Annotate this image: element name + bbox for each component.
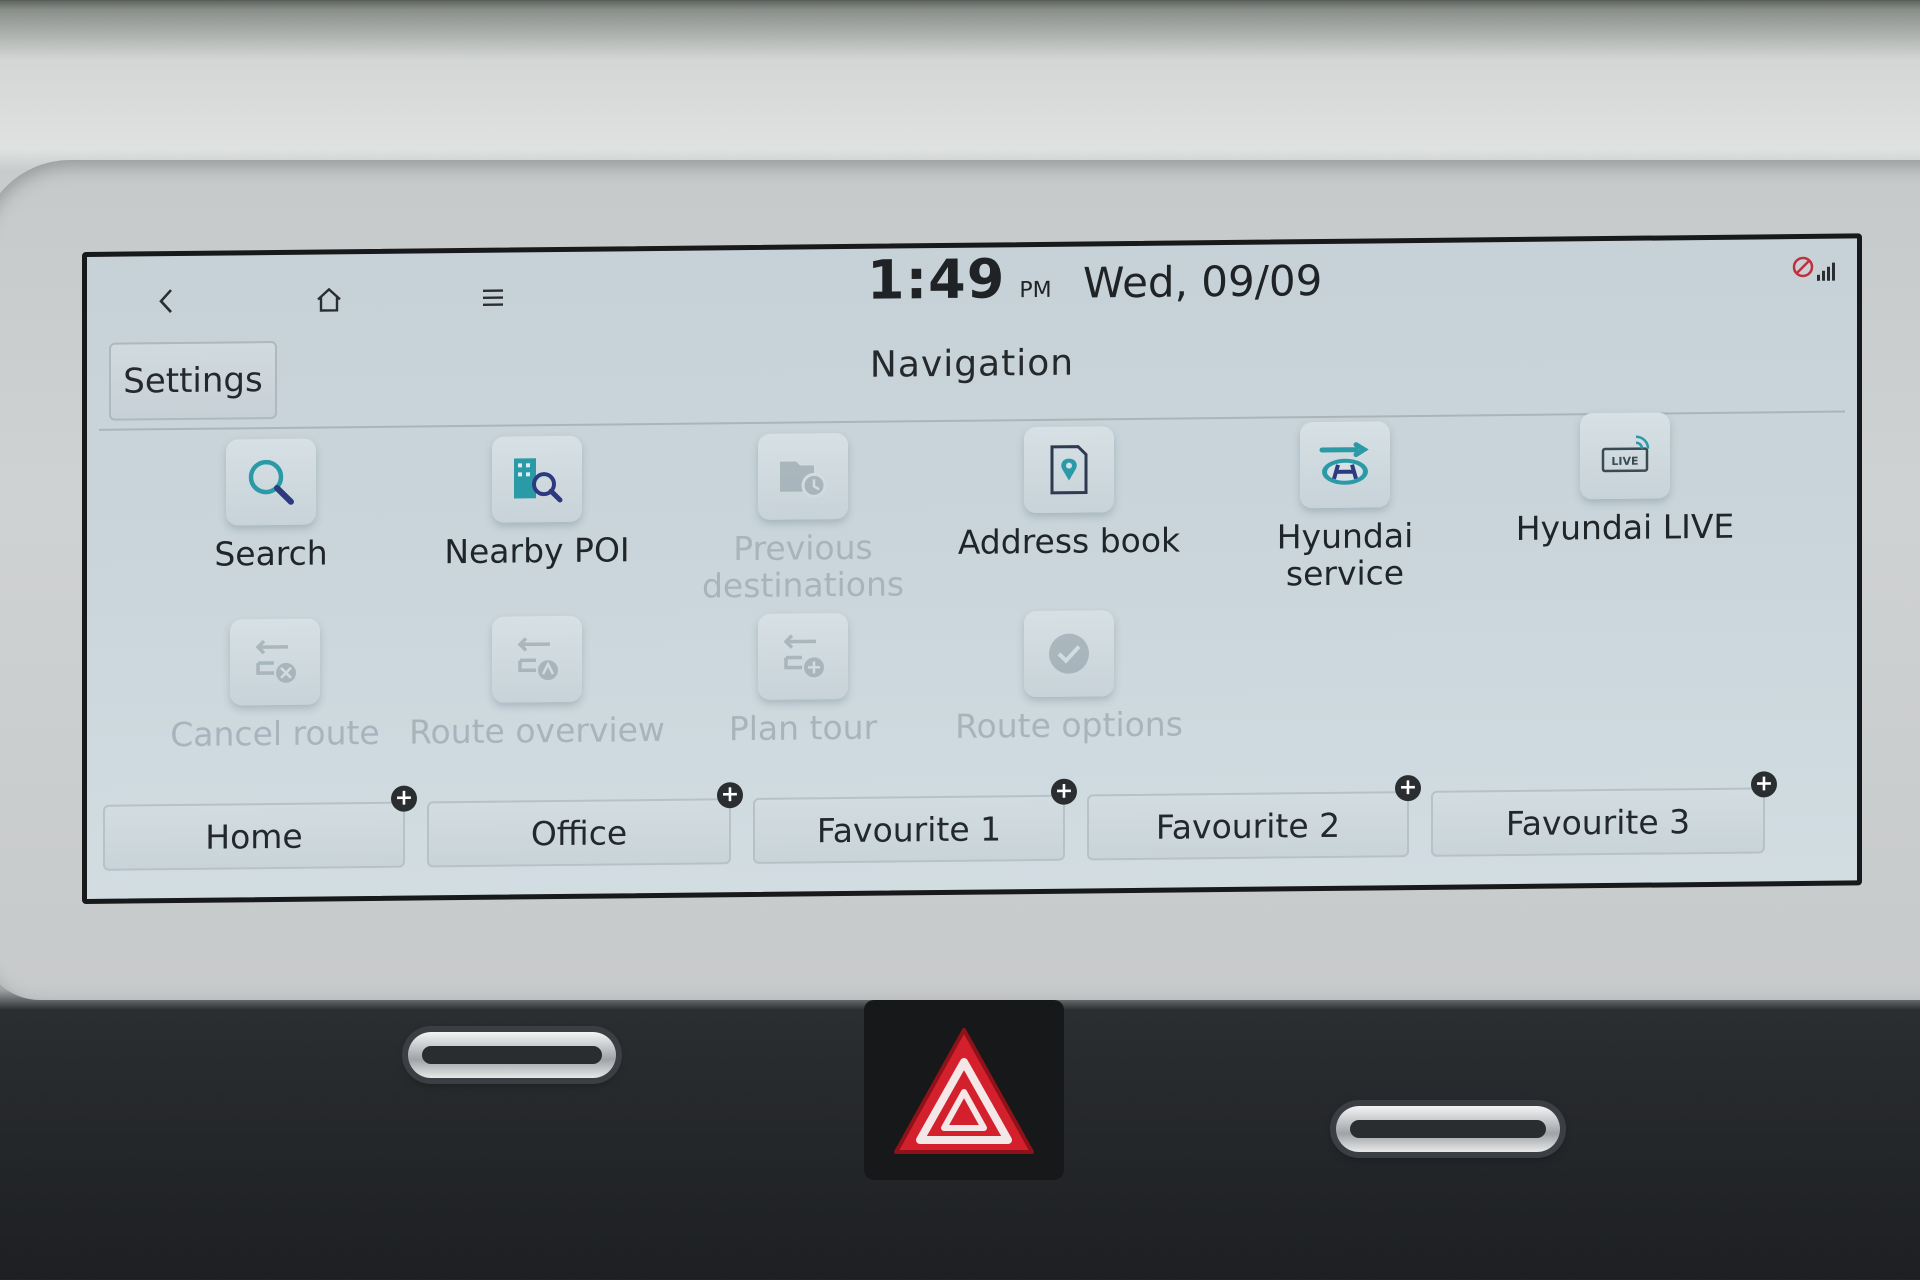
favourite-1-label: Favourite 1 <box>816 808 1002 850</box>
status-bar: 1:49 PM Wed, 09/09 <box>87 238 1857 335</box>
favourite-1-button[interactable]: Favourite 1 + <box>753 778 1077 864</box>
hyundai-live-label: Hyundai LIVE <box>1515 506 1735 548</box>
hyundai-service-label: Hyundai service <box>1276 516 1414 594</box>
nearby-poi-label: Nearby POI <box>444 530 630 572</box>
route-options-icon-box <box>1024 610 1114 698</box>
plan-tour-tile[interactable]: Plan tour <box>673 612 933 748</box>
hyundai-service-icon-box <box>1300 421 1390 509</box>
clock-time: 1:49 <box>867 247 1006 312</box>
clock-ampm: PM <box>1019 277 1052 304</box>
cancel-route-icon <box>255 639 296 683</box>
hyundai-live-icon-box: LIVE <box>1580 412 1670 500</box>
home-icon <box>317 287 341 312</box>
route-overview-icon-box <box>492 615 582 703</box>
add-favourite-3-icon[interactable]: + <box>1751 771 1777 798</box>
plan-tour-icon-box <box>758 612 848 700</box>
left-vent-handle <box>408 1032 616 1078</box>
search-tile[interactable]: Search <box>141 438 401 574</box>
hazard-button-housing <box>864 1000 1064 1180</box>
cancel-route-label: Cancel route <box>170 712 380 755</box>
favourite-home-label: Home <box>205 816 303 857</box>
previous-destinations-label: Previous destinations <box>701 527 905 606</box>
hazard-button[interactable] <box>864 1000 1064 1180</box>
search-label: Search <box>214 533 328 574</box>
date-display: Wed, 09/09 <box>1083 256 1323 308</box>
route-options-label: Route options <box>955 704 1183 746</box>
search-tile-icon-box <box>226 438 316 526</box>
address-book-icon-box <box>1024 426 1114 514</box>
live-badge-text: LIVE <box>1611 455 1638 468</box>
route-options-icon <box>1049 633 1089 674</box>
route-overview-label: Route overview <box>409 709 665 752</box>
previous-destinations-icon <box>780 461 827 498</box>
hyundai-service-tile[interactable]: Hyundai service <box>1215 420 1475 593</box>
signal-icon <box>1792 256 1835 281</box>
back-button[interactable] <box>137 276 197 327</box>
infotainment-screen: 1:49 PM Wed, 09/09 Settings Navigation S… <box>82 233 1862 905</box>
add-home-icon[interactable]: + <box>391 785 417 812</box>
route-options-tile[interactable]: Route options <box>939 609 1199 746</box>
hyundai-service-icon <box>1319 442 1369 485</box>
plan-tour-icon <box>783 634 824 678</box>
route-overview-tile[interactable]: Route overview <box>407 615 667 752</box>
favourite-2-label: Favourite 2 <box>1155 805 1341 847</box>
add-favourite-2-icon[interactable]: + <box>1395 774 1421 802</box>
favourite-office-label: Office <box>530 812 628 853</box>
favourite-2-button[interactable]: Favourite 2 + <box>1087 774 1421 861</box>
address-book-icon <box>1050 445 1088 495</box>
hyundai-live-icon: LIVE <box>1601 435 1650 473</box>
add-favourite-1-icon[interactable]: + <box>1051 778 1077 805</box>
add-office-icon[interactable]: + <box>717 782 743 809</box>
clock: 1:49 PM <box>867 247 1052 312</box>
cancel-route-icon-box <box>230 618 320 706</box>
previous-destinations-icon-box <box>758 432 848 520</box>
plan-tour-label: Plan tour <box>728 707 878 749</box>
cancel-route-tile[interactable]: Cancel route <box>145 618 405 754</box>
route-overview-icon <box>517 637 558 681</box>
nearby-poi-icon-box <box>492 435 582 523</box>
home-button[interactable] <box>299 274 359 325</box>
menu-button[interactable] <box>463 272 523 323</box>
favourite-3-label: Favourite 3 <box>1505 801 1691 843</box>
favourite-home-button[interactable]: Home + <box>103 785 417 871</box>
address-book-label: Address book <box>957 520 1181 562</box>
back-chevron-icon <box>159 289 172 313</box>
page-title: Navigation <box>869 342 1075 386</box>
previous-destinations-tile[interactable]: Previous destinations <box>673 432 933 606</box>
menu-icon <box>483 289 503 307</box>
address-book-tile[interactable]: Address book <box>939 425 1199 562</box>
nearby-poi-tile[interactable]: Nearby POI <box>407 435 667 571</box>
favourite-3-button[interactable]: Favourite 3 + <box>1431 771 1777 857</box>
search-icon <box>248 459 294 505</box>
nearby-poi-icon <box>514 458 563 503</box>
right-vent-handle <box>1336 1106 1560 1152</box>
hyundai-live-tile[interactable]: LIVE Hyundai LIVE <box>1495 411 1755 548</box>
favourite-office-button[interactable]: Office + <box>427 782 743 868</box>
